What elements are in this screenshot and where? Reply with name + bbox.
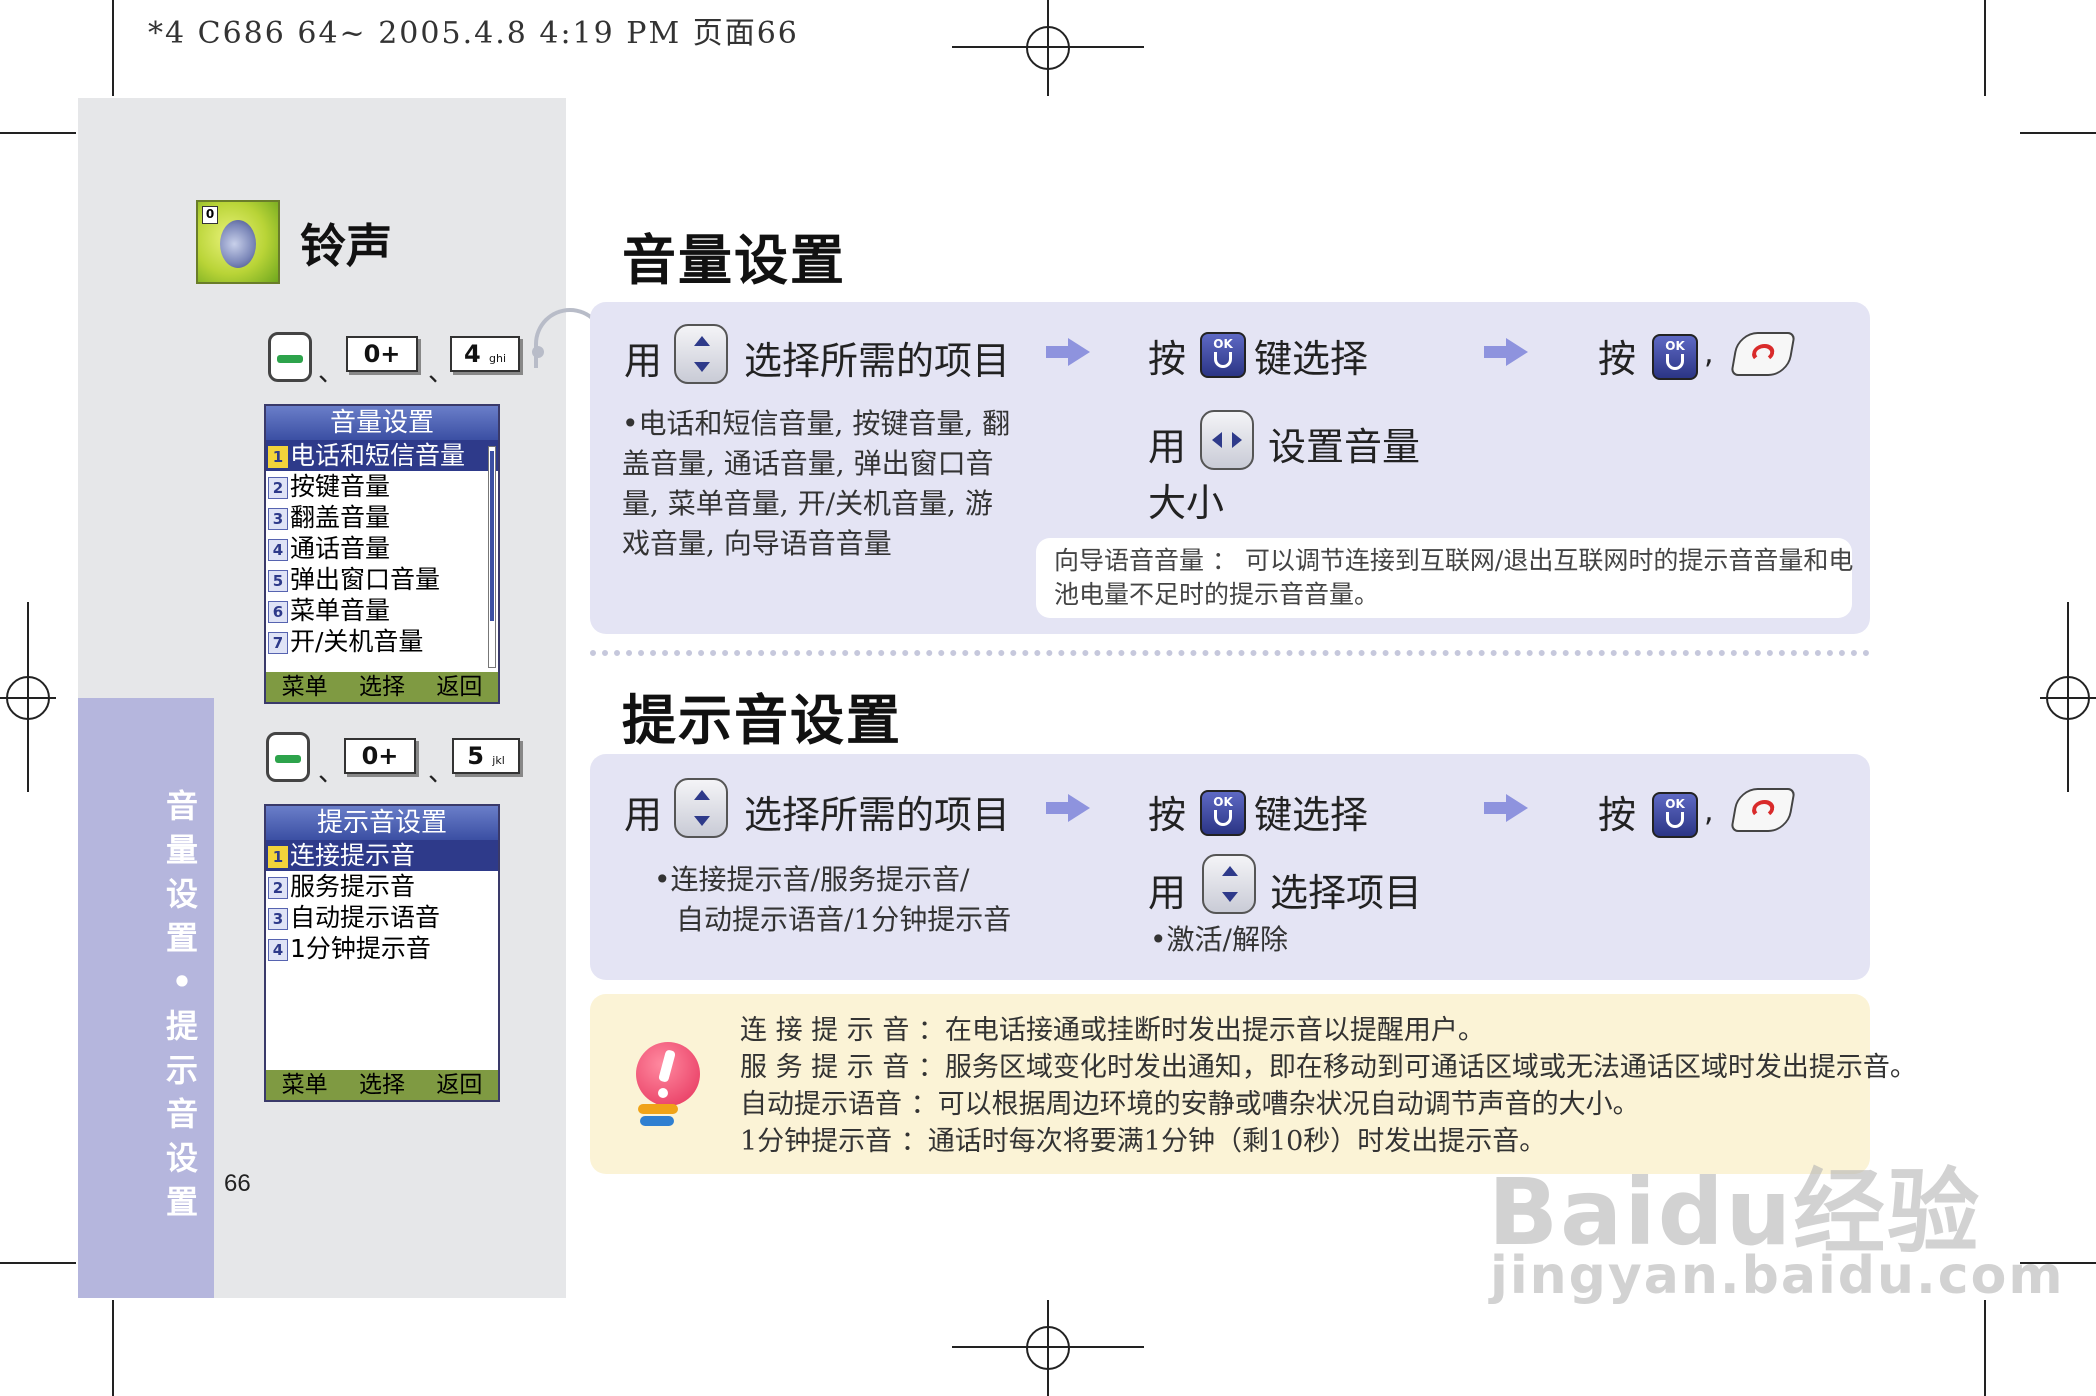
registration-mark <box>2046 676 2090 720</box>
step-text: 键选择 <box>1254 337 1369 381</box>
list-item[interactable]: 7 开/关机音量 <box>266 626 498 657</box>
registration-mark <box>1026 1326 1070 1370</box>
bullet-text: •激活/解除 <box>1150 923 1288 956</box>
list-item[interactable]: 5 弹出窗口音量 <box>266 564 498 595</box>
step-text: 选择所需的项目 <box>744 793 1011 837</box>
app-title: 铃声 <box>300 219 392 273</box>
soft-key-menu[interactable]: 菜单 <box>282 1070 328 1100</box>
step-text: 用 <box>1148 425 1187 469</box>
arrow-right-icon <box>1484 338 1528 366</box>
menu-key-icon <box>266 732 310 782</box>
list-item[interactable]: 1 连接提示音 <box>266 840 498 871</box>
registration-mark <box>6 676 50 720</box>
step-text: 按 <box>1598 337 1637 381</box>
soft-keys: 菜单 选择 返回 <box>266 1070 498 1100</box>
bullet-text: •连接提示音/服务提示音/ 自动提示语音/1分钟提示音 <box>654 863 1012 936</box>
list-item[interactable]: 3 翻盖音量 <box>266 502 498 533</box>
step-text: 大小 <box>1148 481 1225 525</box>
page-number: 66 <box>224 1170 251 1197</box>
up-down-nav-key-icon <box>674 324 728 384</box>
separator: 、 <box>428 758 455 788</box>
bullet-text: •电话和短信音量, 按键音量, 翻 盖音量, 通话音量, 弹出窗口音 量, 菜单… <box>622 407 1011 560</box>
ok-key-icon: OK <box>1652 792 1698 838</box>
zero-key-icon: 0+ <box>346 336 418 372</box>
soft-key-menu[interactable]: 菜单 <box>282 672 328 702</box>
comma: , <box>1704 794 1714 829</box>
ok-key-icon: OK <box>1200 790 1246 836</box>
step-text: 按 <box>1148 793 1187 837</box>
list-item[interactable]: 6 菜单音量 <box>266 595 498 626</box>
up-down-nav-key-icon <box>1202 854 1256 914</box>
crop-mark <box>0 132 76 134</box>
step-text: 按 <box>1148 337 1187 381</box>
print-header: *4 C686 64~ 2005.4.8 4:19 PM 页面66 <box>148 16 799 51</box>
warning-icon <box>634 1042 704 1132</box>
arrow-right-icon <box>1046 794 1090 822</box>
ok-key-icon: OK <box>1652 334 1698 380</box>
zero-key-icon: 0+ <box>344 738 416 774</box>
crop-mark <box>0 1262 76 1264</box>
list-item[interactable]: 2 服务提示音 <box>266 871 498 902</box>
crop-mark <box>112 0 114 96</box>
soft-key-select[interactable]: 选择 <box>359 1070 405 1100</box>
watermark-url: jingyan.baidu.com <box>1490 1246 2065 1306</box>
ringtone-speaker-icon: 0 <box>196 200 280 284</box>
crop-mark <box>2020 132 2096 134</box>
soft-keys: 菜单 选择 返回 <box>266 672 498 702</box>
separator: 、 <box>318 758 345 788</box>
comma: , <box>1704 336 1714 371</box>
separator: 、 <box>318 358 345 388</box>
left-right-nav-key-icon <box>1200 410 1254 470</box>
arrow-right-icon <box>1046 338 1090 366</box>
five-key-icon: 5 jkl <box>452 738 520 774</box>
list-item[interactable]: 1 电话和短信音量 <box>266 440 498 471</box>
divider <box>590 650 1870 656</box>
registration-mark <box>1026 26 1070 70</box>
list-item[interactable]: 4 通话音量 <box>266 533 498 564</box>
section-title: 提示音设置 <box>622 689 902 752</box>
note-text: 向导语音音量 ： 可以调节连接到互联网/退出互联网时的提示音音量和电 池电量不足… <box>1054 546 1854 609</box>
list-item[interactable]: 3 自动提示语音 <box>266 902 498 933</box>
step-text: 选择项目 <box>1270 871 1423 915</box>
volume-settings-screen: 音量设置 1 电话和短信音量 2 按键音量 3 翻盖音量 4 通话音量 5 弹出窗口音量 … <box>264 404 500 704</box>
crop-mark <box>112 1300 114 1396</box>
soft-key-select[interactable]: 选择 <box>359 672 405 702</box>
arrow-right-icon <box>1484 794 1528 822</box>
screen-title: 音量设置 <box>266 406 498 440</box>
four-key-icon: 4 ghi <box>450 336 520 372</box>
soft-key-back[interactable]: 返回 <box>436 672 482 702</box>
menu-key-icon <box>268 332 312 382</box>
section-title: 音量设置 <box>622 229 846 292</box>
step-text: 按 <box>1598 793 1637 837</box>
ok-key-icon: OK <box>1200 332 1246 378</box>
step-text: 键选择 <box>1254 793 1369 837</box>
up-down-nav-key-icon <box>674 778 728 838</box>
list-item[interactable]: 4 1分钟提示音 <box>266 933 498 964</box>
crop-mark <box>1984 0 1986 96</box>
soft-key-back[interactable]: 返回 <box>436 1070 482 1100</box>
list-item[interactable]: 2 按键音量 <box>266 471 498 502</box>
connector-dot <box>532 346 544 358</box>
step-text: 用 <box>624 793 663 837</box>
step-text: 用 <box>624 339 663 383</box>
step-text: 选择所需的项目 <box>744 339 1011 383</box>
step-text: 用 <box>1148 871 1187 915</box>
section-tab-label: 音量设置•提示音设置 <box>165 787 198 1221</box>
scrollbar[interactable] <box>488 446 496 668</box>
step-text: 设置音量 <box>1268 425 1421 469</box>
alert-tone-settings-screen: 提示音设置 1 连接提示音 2 服务提示音 3 自动提示语音 4 1分钟提示音 菜单 选… <box>264 804 500 1102</box>
screen-title: 提示音设置 <box>266 806 498 840</box>
crop-mark <box>1984 1300 1986 1396</box>
